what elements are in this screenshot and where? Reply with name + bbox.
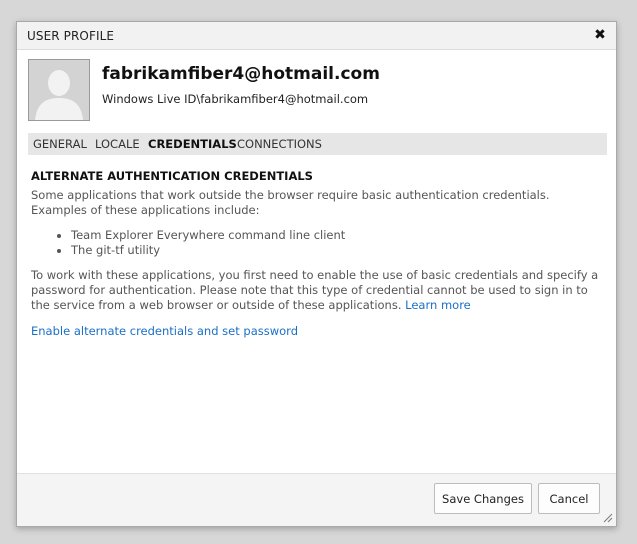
section-heading: ALTERNATE AUTHENTICATION CREDENTIALS <box>31 169 313 183</box>
intro-text: Some applications that work outside the … <box>31 188 550 217</box>
tab-credentials[interactable]: CREDENTIALS <box>148 137 237 151</box>
user-display-name: fabrikamfiber4@hotmail.com <box>102 64 380 84</box>
tab-locale[interactable]: LOCALE <box>95 137 140 151</box>
tab-connections[interactable]: CONNECTIONS <box>237 137 322 151</box>
user-account-id: Windows Live ID\fabrikamfiber4@hotmail.c… <box>102 92 369 106</box>
list-item: Team Explorer Everywhere command line cl… <box>57 228 606 243</box>
dialog-title: USER PROFILE <box>27 29 115 43</box>
close-icon[interactable]: ✖ <box>592 26 608 44</box>
learn-more-link[interactable]: Learn more <box>405 298 471 312</box>
list-item: The git-tf utility <box>57 243 606 258</box>
tab-general[interactable]: GENERAL <box>33 137 87 151</box>
note-paragraph: To work with these applications, you fir… <box>31 268 606 313</box>
dialog-title-bar[interactable]: USER PROFILE ✖ <box>17 22 616 50</box>
enable-alternate-credentials-link[interactable]: Enable alternate credentials and set pas… <box>31 324 298 339</box>
credentials-panel: ALTERNATE AUTHENTICATION CREDENTIALS Som… <box>31 169 606 339</box>
save-changes-button[interactable]: Save Changes <box>434 483 532 514</box>
example-applications-list: Team Explorer Everywhere command line cl… <box>31 228 606 258</box>
avatar <box>28 59 90 121</box>
user-profile-dialog: USER PROFILE ✖ fabrikamfiber4@hotmail.co… <box>16 21 617 527</box>
note-text: To work with these applications, you fir… <box>31 268 599 312</box>
profile-tabs: GENERAL LOCALE CREDENTIALS CONNECTIONS <box>28 133 607 155</box>
cancel-button[interactable]: Cancel <box>538 483 600 514</box>
resize-grip-icon[interactable] <box>603 513 613 523</box>
default-avatar-icon <box>29 60 89 120</box>
dialog-footer: Save Changes Cancel <box>17 473 616 526</box>
